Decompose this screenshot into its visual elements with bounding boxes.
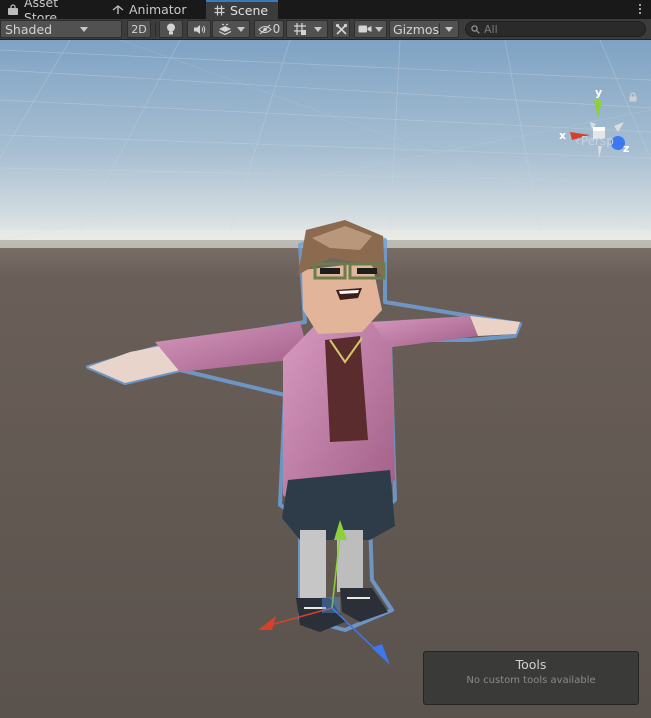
lock-icon[interactable]	[628, 92, 638, 102]
lighting-toggle-button[interactable]	[159, 20, 183, 38]
tools-toggle-button[interactable]	[332, 20, 350, 38]
chevron-down-icon	[79, 26, 88, 32]
hidden-count: 0	[272, 22, 281, 36]
scene-toolbar: Shaded 2D 0 Gizmos	[0, 19, 651, 40]
toggle-2d-button[interactable]: 2D	[127, 20, 151, 38]
chevron-down-icon	[236, 26, 245, 32]
toggle-2d-label: 2D	[131, 22, 147, 36]
tab-label: Scene	[230, 3, 269, 18]
chevron-left-icon: ‹	[575, 134, 580, 148]
y-axis-cone	[594, 100, 602, 118]
shopping-bag-icon	[6, 3, 20, 17]
chevron-down-icon	[374, 26, 383, 32]
search-icon	[471, 24, 480, 34]
chevron-down-icon	[445, 26, 454, 32]
gizmos-dropdown[interactable]: Gizmos	[389, 20, 459, 38]
tools-overlay-message: No custom tools available	[466, 675, 596, 686]
audio-toggle-button[interactable]	[187, 20, 211, 38]
draw-mode-label: Shaded	[5, 21, 53, 37]
projection-label: Persp	[580, 134, 614, 148]
speaker-icon	[193, 24, 205, 34]
projection-toggle[interactable]: ‹ Persp	[575, 134, 614, 148]
gizmos-label: Gizmos	[393, 21, 440, 37]
lightbulb-icon	[167, 23, 175, 34]
tab-label: Animator	[129, 2, 187, 17]
search-input[interactable]	[484, 22, 634, 36]
x-axis-label: x	[559, 129, 566, 142]
grid-snapping-dropdown[interactable]	[286, 20, 328, 38]
eye-slash-icon	[257, 24, 272, 34]
effects-dropdown[interactable]	[212, 20, 250, 38]
y-axis-label: y	[595, 86, 602, 99]
camera-settings-dropdown[interactable]	[354, 20, 387, 38]
chevron-down-icon	[313, 26, 322, 32]
tab-animator[interactable]: Animator	[105, 0, 200, 19]
window-tab-bar: Asset Store Animator Scene	[0, 0, 651, 25]
window-options-menu-icon[interactable]	[635, 1, 645, 17]
tools-overlay-panel[interactable]: Tools No custom tools available	[423, 651, 639, 705]
scene-search-field[interactable]	[465, 21, 646, 37]
layers-effects-icon	[218, 23, 231, 35]
orientation-gizmo[interactable]: y x z	[552, 86, 638, 172]
scene-visibility-toggle[interactable]: 0	[254, 20, 284, 38]
draw-mode-dropdown[interactable]: Shaded	[0, 20, 122, 38]
camera-icon	[358, 25, 372, 33]
grid-icon	[293, 23, 306, 35]
tab-scene[interactable]: Scene	[206, 0, 278, 19]
animator-icon	[111, 3, 125, 17]
tools-overlay-title: Tools	[515, 657, 547, 672]
tab-asset-store[interactable]: Asset Store	[0, 0, 103, 25]
z-axis-label: z	[623, 142, 629, 155]
grid-hash-icon	[212, 4, 226, 18]
scene-viewport[interactable]: y x z ‹ Persp Tools No custom tools avai…	[0, 40, 651, 718]
crossed-tools-icon	[335, 23, 347, 35]
